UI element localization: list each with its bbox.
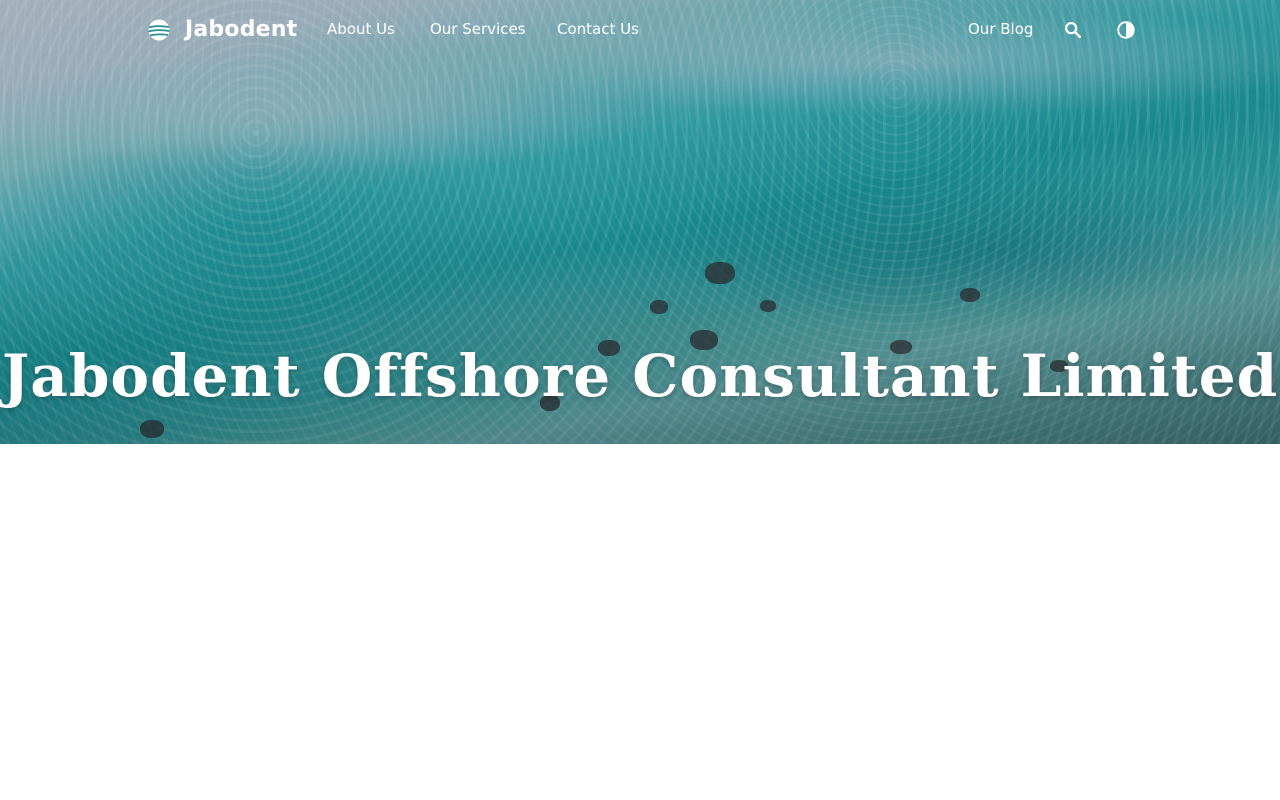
nav-our-services[interactable]: Our Services bbox=[430, 20, 526, 38]
search-button[interactable] bbox=[1062, 19, 1084, 41]
search-icon bbox=[1065, 22, 1082, 39]
nav-contact-us[interactable]: Contact Us bbox=[557, 20, 639, 38]
contrast-toggle-icon bbox=[1117, 21, 1135, 39]
globe-waves-icon bbox=[148, 19, 170, 40]
top-navigation: Jabodent About Us Our Services Contact U… bbox=[0, 0, 1280, 60]
theme-toggle-button[interactable] bbox=[1115, 19, 1137, 41]
brand-home-link[interactable]: Jabodent bbox=[147, 17, 297, 42]
hero-banner: Jabodent About Us Our Services Contact U… bbox=[0, 0, 1280, 444]
brand-name: Jabodent bbox=[185, 17, 298, 42]
nav-about-us[interactable]: About Us bbox=[327, 20, 395, 38]
hero-title: Jabodent Offshore Consultant Limited bbox=[1, 342, 1279, 410]
nav-our-blog[interactable]: Our Blog bbox=[968, 20, 1033, 38]
main-content bbox=[0, 444, 1280, 800]
